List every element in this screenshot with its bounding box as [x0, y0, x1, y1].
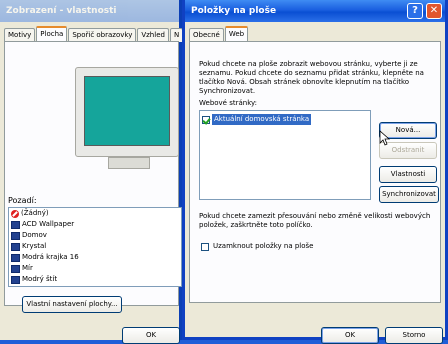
synchronize-button[interactable]: Synchronizovat	[379, 186, 439, 203]
tab-appearance[interactable]: Vzhled	[137, 28, 169, 42]
cancel-button[interactable]: Storno	[385, 327, 443, 344]
lock-description: Pokud chcete zamezit přesouvání nebo změ…	[199, 212, 431, 229]
image-icon	[11, 220, 20, 229]
image-icon	[11, 242, 20, 251]
web-pages-list[interactable]: Aktuální domovská stránka	[199, 110, 371, 200]
list-item[interactable]: Modrý štít	[9, 274, 181, 285]
monitor-preview	[75, 67, 179, 157]
list-item[interactable]: Domov	[9, 230, 181, 241]
dialog-tabs: Obecné Web	[189, 26, 445, 43]
background-label: Pozadí:	[8, 196, 37, 205]
list-item[interactable]: ACD Wallpaper	[9, 219, 181, 230]
list-item[interactable]: Krystal	[9, 241, 181, 252]
monitor-screen	[84, 76, 170, 146]
page-checkbox[interactable]	[202, 115, 210, 124]
ok-button[interactable]: OK	[321, 327, 379, 344]
tab-themes[interactable]: Motivy	[4, 28, 36, 42]
image-icon	[11, 253, 20, 262]
customize-desktop-button[interactable]: Vlastní nastavení plochy...	[22, 296, 122, 313]
image-icon	[11, 275, 20, 284]
list-item[interactable]: Modrá krajka 16	[9, 252, 181, 263]
tab-general[interactable]: Obecné	[189, 28, 224, 42]
dialog-titlebar: Položky na ploše	[185, 0, 445, 22]
mouse-cursor-icon	[379, 130, 391, 146]
desktop-items-dialog: Položky na ploše ? ✕ Obecné Web Pokud ch…	[182, 0, 448, 344]
list-item[interactable]: (Žádný)	[9, 208, 181, 219]
properties-button[interactable]: Vlastnosti	[379, 166, 437, 183]
web-description: Pokud chcete na ploše zobrazit webovou s…	[199, 60, 424, 95]
ok-button-bg[interactable]: OK	[122, 327, 180, 344]
none-icon	[11, 209, 19, 218]
display-properties-window: Zobrazení - vlastnosti Motivy Plocha Spo…	[0, 0, 184, 344]
list-item[interactable]: Aktuální domovská stránka	[200, 114, 370, 125]
image-icon	[11, 264, 20, 273]
lock-items-checkbox[interactable]	[201, 242, 209, 251]
display-properties-titlebar: Zobrazení - vlastnosti	[0, 0, 179, 22]
tab-screensaver[interactable]: Spořič obrazovky	[68, 28, 137, 42]
lock-items-row[interactable]: Uzamknout položky na ploše	[201, 242, 313, 251]
background-list[interactable]: (Žádný) ACD Wallpaper Domov Krystal Modr…	[8, 207, 182, 287]
help-button[interactable]: ?	[407, 3, 423, 19]
image-icon	[11, 231, 20, 240]
close-button[interactable]: ✕	[426, 3, 442, 19]
list-item[interactable]: Mír	[9, 263, 181, 274]
web-pages-label: Webové stránky:	[199, 99, 258, 107]
display-properties-tabs: Motivy Plocha Spořič obrazovky Vzhled N	[4, 26, 184, 43]
monitor-stand	[108, 157, 150, 169]
